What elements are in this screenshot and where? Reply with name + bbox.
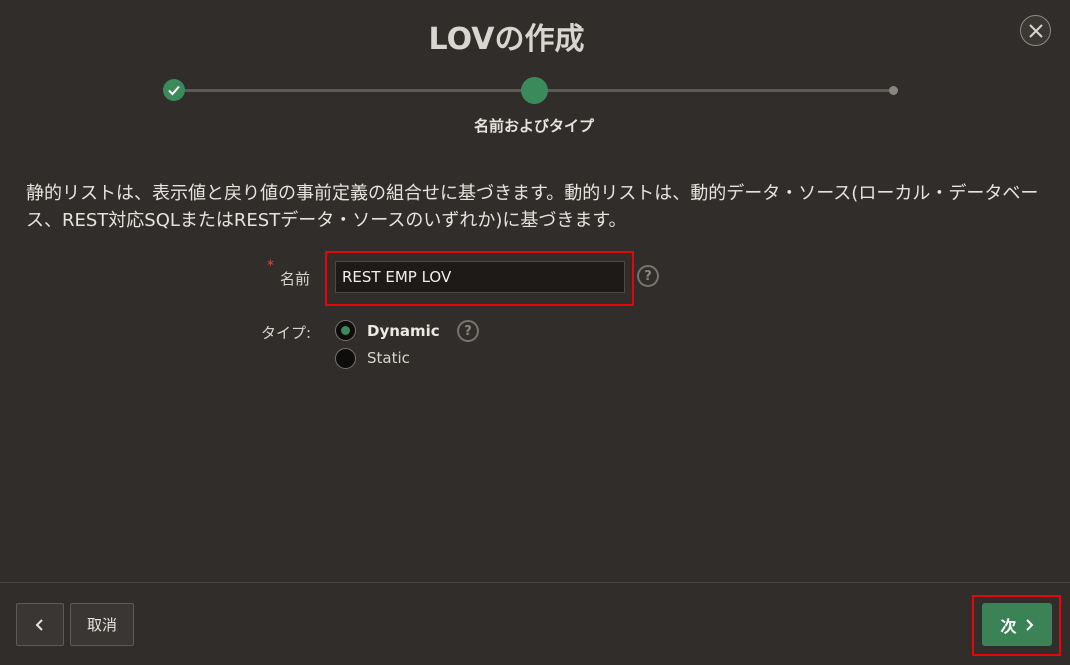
name-label: 名前	[280, 270, 311, 288]
name-help-icon[interactable]: ?	[637, 265, 659, 287]
close-icon	[1028, 23, 1043, 38]
radio-selected-dot	[341, 326, 350, 335]
type-option-dynamic-label[interactable]: Dynamic	[367, 322, 440, 340]
type-help-icon[interactable]: ?	[457, 320, 479, 342]
description-text: 静的リストは、表示値と戻り値の事前定義の組合せに基づきます。動的リストは、動的デ…	[26, 183, 1039, 231]
cancel-button[interactable]: 取消	[70, 603, 134, 646]
wizard-step-label: 名前およびタイプ	[473, 117, 594, 135]
required-marker: *	[267, 258, 274, 274]
chevron-right-icon	[1025, 618, 1033, 631]
chevron-left-icon	[35, 618, 43, 631]
next-button-label: 次	[1000, 616, 1017, 636]
dialog-title: LOVの作成	[428, 22, 585, 57]
close-button[interactable]	[1020, 15, 1051, 46]
footer-divider	[0, 582, 1070, 583]
type-radio-dynamic[interactable]	[335, 320, 356, 341]
back-button[interactable]	[16, 603, 64, 646]
type-option-static-label[interactable]: Static	[367, 349, 410, 367]
wizard-step-completed	[163, 79, 185, 101]
wizard-step-pending	[889, 86, 898, 95]
wizard-step-current	[521, 77, 548, 104]
check-icon	[168, 85, 180, 96]
next-button[interactable]: 次	[982, 603, 1052, 646]
type-label: タイプ:	[261, 324, 312, 342]
type-radio-static[interactable]	[335, 348, 356, 369]
name-input[interactable]	[335, 261, 625, 293]
